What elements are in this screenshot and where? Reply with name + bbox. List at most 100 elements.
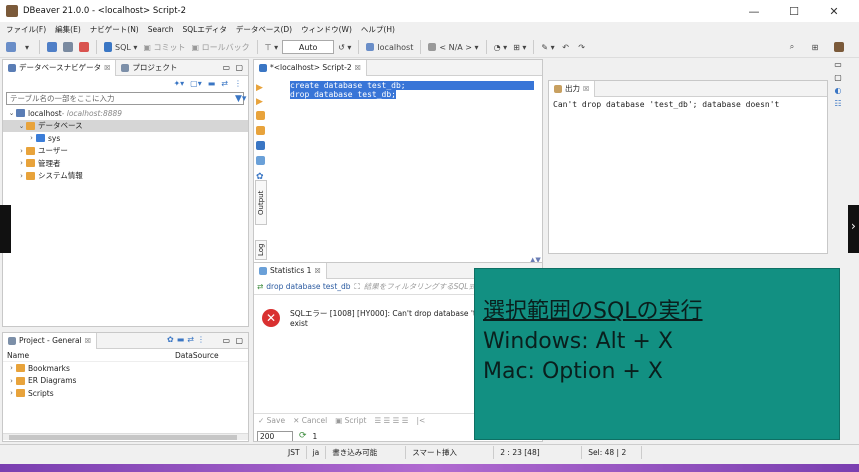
first-page-icon[interactable]: |< (416, 416, 425, 425)
project-item[interactable]: › ER Diagrams (3, 375, 248, 388)
filter-expand-icon[interactable]: ⛶ (355, 282, 360, 292)
rollback-button[interactable]: ▣ ロールバック (190, 40, 252, 55)
forward-icon[interactable]: ↷ (575, 40, 589, 55)
table-filter-input[interactable]: テーブル名の一部をここに入力 (6, 92, 244, 105)
close-icon[interactable]: ☒ (355, 64, 361, 72)
connect-icon[interactable] (4, 40, 18, 55)
new-connection-icon[interactable] (45, 40, 59, 55)
sql-code-area[interactable]: create database test_db; drop database t… (290, 81, 534, 99)
fetch-size-input[interactable]: 200 (257, 430, 293, 441)
link-editor-icon[interactable]: ⇄ (221, 79, 228, 88)
maximize-button[interactable]: ☐ (774, 0, 814, 22)
project-toolbar-icons[interactable]: ✿▬⇄⋮ (167, 335, 208, 344)
database-icon[interactable]: ☷ (834, 99, 841, 108)
tab-project[interactable]: プロジェクト (116, 60, 182, 76)
view-menu-icon[interactable]: ⋮ (234, 79, 242, 88)
close-icon[interactable]: ☒ (85, 337, 91, 345)
explain-plan-icon[interactable] (256, 141, 265, 150)
tab-statistics-1[interactable]: Statistics 1 ☒ (254, 263, 327, 279)
tree-item[interactable]: ⌄ データベース (3, 119, 248, 132)
maximize-view-icon[interactable]: ▢ (235, 63, 243, 72)
menu-database[interactable]: データベース(D) (236, 24, 292, 35)
result-filter-input[interactable]: 結果をフィルタリングするSQL式 (364, 281, 476, 292)
close-icon[interactable]: ☒ (104, 64, 110, 72)
tools-icon[interactable]: ✎ ▾ (539, 40, 556, 55)
sql-editor-button[interactable]: SQL ▾ (102, 40, 139, 55)
expand-arrow-icon[interactable]: ⌄ (7, 109, 16, 117)
tab-output-view[interactable]: 出力 ☒ (549, 81, 596, 97)
commit-button[interactable]: ▣ コミット (141, 40, 187, 55)
minimize-view-icon[interactable]: ▭ (222, 63, 230, 72)
expand-arrow-icon[interactable]: › (7, 364, 16, 372)
minimize-view-icon[interactable]: ▭ (222, 336, 230, 345)
minimize-view-icon[interactable]: ▭ (834, 60, 842, 69)
tab-project-general[interactable]: Project - General ☒ (3, 333, 97, 349)
cancel-button[interactable]: ✕ Cancel (293, 416, 327, 425)
expand-arrow-icon[interactable]: ⌄ (17, 122, 26, 130)
auto-commit-selector[interactable]: Auto (282, 40, 335, 54)
menu-window[interactable]: ウィンドウ(W) (301, 24, 352, 35)
expand-arrow-icon[interactable]: › (17, 147, 26, 155)
tree-item[interactable]: ⌄ localhost - localhost:8889 (3, 107, 248, 120)
active-connection-selector[interactable]: localhost (364, 40, 415, 55)
close-button[interactable]: ✕ (814, 0, 854, 22)
tab-script-2[interactable]: *<localhost> Script-2 ☒ (254, 60, 367, 76)
expand-arrow-icon[interactable]: › (17, 159, 26, 167)
scrollbar-thumb[interactable] (9, 435, 237, 440)
tab-database-navigator[interactable]: データベースナビゲータ ☒ (3, 60, 117, 76)
search-icon[interactable]: ⌕ (785, 40, 799, 55)
menu-edit[interactable]: 編集(E) (55, 24, 81, 35)
maximize-view-icon[interactable]: ▢ (235, 336, 243, 345)
tree-item[interactable]: › ユーザー (3, 145, 248, 158)
minimize-button[interactable]: — (734, 0, 774, 22)
project-item[interactable]: › Bookmarks (3, 362, 248, 375)
expand-arrow-icon[interactable]: › (7, 389, 16, 397)
project-item[interactable]: › Scripts (3, 387, 248, 400)
active-schema-selector[interactable]: < N/A > ▾ (426, 40, 480, 55)
next-chevron-icon[interactable]: › (851, 219, 856, 233)
history-icon[interactable]: ↺ ▾ (336, 40, 353, 55)
menu-help[interactable]: ヘルプ(H) (361, 24, 395, 35)
query-tab-label[interactable]: drop database test_db (266, 282, 350, 291)
execute-script-icon[interactable] (256, 111, 265, 120)
tab-log[interactable]: Log (255, 240, 267, 260)
refresh-icon[interactable]: ⟳ (299, 431, 307, 441)
tab-output[interactable]: Output (255, 180, 267, 225)
menu-file[interactable]: ファイル(F) (6, 24, 46, 35)
close-icon[interactable]: ☒ (583, 85, 589, 93)
invalidate-icon[interactable] (77, 40, 91, 55)
menu-search[interactable]: Search (148, 25, 174, 34)
save-button[interactable]: ✓ Save (258, 416, 285, 425)
back-icon[interactable]: ↶ (559, 40, 573, 55)
expand-arrow-icon[interactable]: › (17, 172, 26, 180)
close-icon[interactable]: ☒ (314, 267, 320, 275)
dropdown-arrow-icon[interactable]: ▾ (20, 40, 34, 55)
column-name[interactable]: Name (3, 351, 175, 360)
edit-rows-icon[interactable]: ☰ ☰ ☰ ☰ (374, 416, 408, 425)
filter-icon[interactable]: ▼▾ (235, 94, 246, 104)
expand-arrow-icon[interactable]: › (27, 134, 36, 142)
script-button[interactable]: ▣ Script (335, 416, 366, 425)
tree-item[interactable]: › 管理者 (3, 157, 248, 170)
new-folder-icon[interactable]: ▢▾ (190, 79, 202, 88)
transaction-mode-icon[interactable]: ⊤ ▾ (263, 40, 281, 55)
tree-item[interactable]: › sys (3, 132, 248, 145)
er-diagram-icon[interactable]: ⊞ ▾ (511, 40, 528, 55)
properties-icon[interactable]: ◐ (835, 86, 842, 95)
execute-statement-new-tab-icon[interactable]: ▶ (256, 97, 265, 107)
perspective-icon[interactable]: ⊞ (808, 40, 822, 55)
project-horizontal-scrollbar[interactable] (3, 433, 248, 440)
menu-navigate[interactable]: ナビゲート(N) (90, 24, 139, 35)
disconnect-icon[interactable] (61, 40, 75, 55)
execute-script-new-tab-icon[interactable] (256, 126, 265, 135)
dashboard-icon[interactable]: ◔ ▾ (492, 40, 510, 55)
execute-statement-icon[interactable]: ▶ (256, 83, 265, 93)
maximize-view-icon[interactable]: ▢ (834, 73, 842, 82)
menu-sql-editor[interactable]: SQLエディタ (183, 24, 227, 35)
tree-item[interactable]: › システム情報 (3, 170, 248, 183)
collapse-all-icon[interactable]: ▬ (208, 79, 216, 88)
new-connection-icon[interactable]: ✦▾ (173, 79, 184, 88)
dbeaver-perspective-icon[interactable] (832, 40, 846, 55)
column-datasource[interactable]: DataSource (175, 351, 219, 360)
load-plan-icon[interactable] (256, 156, 265, 165)
